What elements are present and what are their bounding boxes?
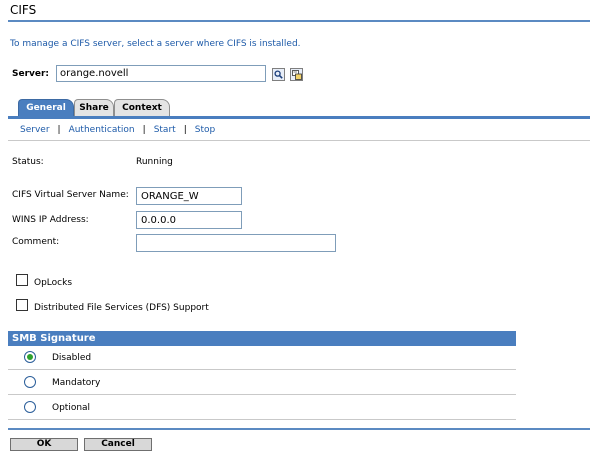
mandatory-label: Mandatory [52, 378, 101, 388]
comment-label: Comment: [12, 237, 60, 247]
ok-button[interactable]: OK [10, 438, 78, 451]
subnav-divider [8, 140, 590, 141]
wins-input[interactable] [136, 211, 242, 229]
subnav: Server | Authentication | Start | Stop [20, 125, 215, 135]
server-label: Server: [12, 69, 50, 79]
virtual-name-input[interactable] [136, 187, 242, 205]
server-input[interactable] [56, 65, 266, 82]
magnifier-icon [274, 70, 283, 79]
page-title: CIFS [10, 3, 37, 17]
optional-label: Optional [52, 403, 91, 413]
status-label: Status: [12, 157, 44, 167]
object-browser-icon [291, 69, 302, 80]
wins-label: WINS IP Address: [12, 215, 89, 225]
cancel-button[interactable]: Cancel [84, 438, 152, 451]
dfs-checkbox[interactable] [16, 299, 28, 311]
subnav-server-link[interactable]: Server [20, 125, 50, 135]
smb-signature-header: SMB Signature [8, 331, 516, 346]
oplocks-checkbox[interactable] [16, 274, 28, 286]
subnav-stop-link[interactable]: Stop [195, 125, 215, 135]
virtual-name-label: CIFS Virtual Server Name: [12, 190, 129, 200]
server-browse-button[interactable] [290, 68, 303, 81]
status-value: Running [136, 157, 173, 167]
subnav-start-link[interactable]: Start [154, 125, 176, 135]
tab-general[interactable]: General [18, 99, 74, 116]
subnav-separator: | [183, 125, 187, 135]
comment-input[interactable] [136, 234, 336, 252]
disabled-radio[interactable] [24, 351, 36, 363]
subnav-authentication-link[interactable]: Authentication [69, 125, 135, 135]
smb-option-row: Disabled [8, 346, 516, 370]
tab-context[interactable]: Context [114, 99, 170, 116]
smb-option-row: Optional [8, 396, 516, 420]
dfs-label: Distributed File Services (DFS) Support [34, 303, 209, 313]
tab-underline [8, 116, 590, 119]
intro-text: To manage a CIFS server, select a server… [10, 39, 301, 49]
subnav-separator: | [57, 125, 61, 135]
footer-divider [8, 428, 590, 430]
oplocks-label: OpLocks [34, 278, 73, 288]
smb-option-row: Mandatory [8, 371, 516, 395]
disabled-label: Disabled [52, 353, 92, 363]
radio-selected-dot [27, 354, 33, 360]
subnav-separator: | [142, 125, 146, 135]
title-divider [8, 20, 590, 22]
mandatory-radio[interactable] [24, 376, 36, 388]
tab-share[interactable]: Share [74, 99, 114, 116]
optional-radio[interactable] [24, 401, 36, 413]
server-search-button[interactable] [272, 68, 285, 81]
